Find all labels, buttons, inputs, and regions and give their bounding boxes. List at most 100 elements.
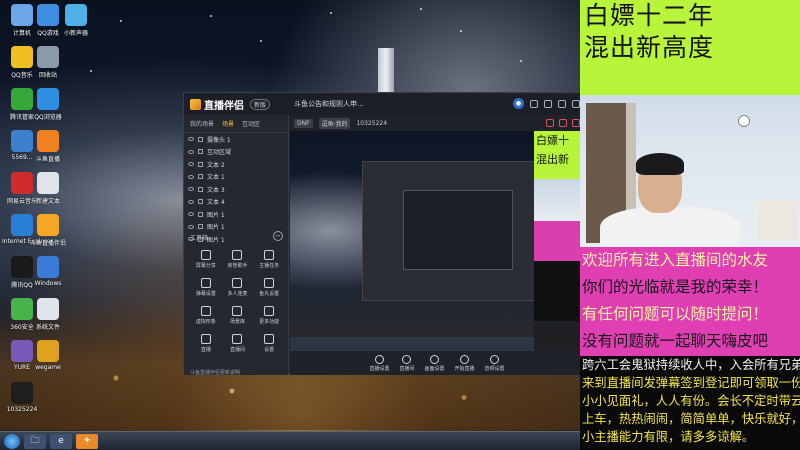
desktop-icon[interactable]: 新建文本 [28, 172, 68, 205]
desktop-icon[interactable]: wegame [28, 340, 68, 371]
toolbox-item[interactable]: 设置 [253, 334, 285, 353]
visibility-icon[interactable] [188, 174, 194, 179]
douyu-icon [37, 130, 59, 152]
lock-icon[interactable] [198, 161, 203, 167]
control-button[interactable]: 直播间 [399, 354, 414, 372]
toolbox-label: 房管助手 [227, 263, 248, 269]
guild-line-4: 上车，热热闹闹，简简单单，快乐就好， [582, 412, 800, 426]
desktop-icon[interactable]: QQ浏览器 [28, 88, 68, 121]
nested-preview [403, 190, 513, 270]
explorer-taskbar-icon[interactable]: 🗀 [24, 433, 46, 449]
audio-icon [490, 354, 500, 364]
background-box [758, 200, 798, 240]
lock-icon[interactable] [198, 186, 203, 192]
desktop-icon[interactable]: 小新声器 [56, 4, 96, 37]
scene-item[interactable]: 互动区域 [184, 146, 288, 159]
room-icon [402, 354, 412, 364]
control-button[interactable]: 画面设置 [424, 354, 445, 372]
tab-interaction[interactable]: 互动区 [242, 119, 260, 128]
lock-icon[interactable] [198, 211, 203, 217]
update-note[interactable]: 斗鱼直播伴侣更新说明 [190, 369, 240, 376]
toolbox-item[interactable]: 鱼丸设置 [253, 278, 285, 297]
tab-my-scenes[interactable]: 我的场景 [190, 119, 214, 128]
star-decoration [460, 30, 462, 32]
minimize-icon[interactable] [572, 99, 580, 108]
desktop-icon[interactable]: 10325224 [2, 382, 42, 413]
toolbox-item[interactable]: 直播间 [222, 334, 254, 353]
notice-text[interactable]: 斗鱼公告和规则人申... [294, 99, 364, 109]
desktop-icon[interactable]: Windows [28, 256, 68, 287]
scene-item[interactable]: 文本 3 [184, 183, 288, 196]
toolbox-more-button[interactable]: − [273, 231, 283, 241]
visibility-icon[interactable] [188, 162, 194, 167]
toolbox-item[interactable]: 虚拟形象 [190, 306, 222, 325]
window-controls: ● [513, 98, 580, 109]
scene-item[interactable]: 文本 2 [184, 158, 288, 171]
share-icon[interactable] [559, 119, 567, 127]
lock-icon[interactable] [198, 149, 203, 155]
scene-label: 图片 1 [207, 211, 225, 219]
desktop-icon[interactable]: 斗鱼直播 [28, 130, 68, 163]
gift-icon[interactable] [546, 119, 554, 127]
lock-icon[interactable] [198, 174, 203, 180]
visibility-icon[interactable] [188, 187, 194, 192]
banner-line-2: 混出新高度 [584, 33, 715, 62]
welcome-line-1: 欢迎所有进入直播间的水友 [582, 251, 769, 269]
file-icon [37, 298, 59, 320]
toolbar-pill[interactable]: 逗鱼·我的 [318, 117, 351, 129]
toolbox-item[interactable]: 场景库 [222, 306, 254, 325]
welcome-line-2: 你们的光临就是我的荣幸！ [582, 278, 769, 296]
scene-list: 摄像头 1 互动区域 文本 2 文本 1 文本 3 文本 4 图片 1 图片 1 图片 1 [184, 133, 288, 246]
scene-item[interactable]: 图片 1 [184, 221, 288, 234]
screen-share-icon [200, 250, 211, 260]
visibility-icon[interactable] [188, 224, 194, 229]
scene-tabs: 我的场景 场景 互动区 [184, 115, 288, 133]
lock-icon[interactable] [198, 199, 203, 205]
scene-library-icon [232, 306, 243, 316]
visibility-icon[interactable] [188, 137, 194, 142]
mini-overlay-column: 白嫖十 混出新 [534, 131, 584, 351]
lock-icon[interactable] [198, 224, 203, 230]
toolbox-header: 工具箱 [190, 235, 209, 242]
toolbox-item[interactable]: 更多功能 [253, 306, 285, 325]
star-decoration [260, 40, 262, 42]
toolbox-item[interactable]: 屏幕分享 [190, 250, 222, 269]
ie-taskbar-icon[interactable]: e [50, 433, 72, 449]
guild-line-2: 来到直播间发弹幕签到登记即可领取一份 [582, 376, 800, 390]
tab-scenes[interactable]: 场景 [222, 119, 234, 128]
taskbar: 🗀 e ✦ [0, 431, 580, 450]
welcome-line-4: 没有问题就一起聊天嗨皮吧 [582, 332, 769, 350]
control-button[interactable]: 音频设置 [485, 354, 505, 372]
mini-banner-line: 白嫖十 [536, 134, 569, 147]
toolbar-pill[interactable]: DNF [294, 118, 313, 128]
scene-item[interactable]: 文本 1 [184, 171, 288, 184]
fullscreen-icon[interactable] [572, 119, 580, 127]
toolbox-item[interactable]: 直播 [190, 334, 222, 353]
mini-banner-line: 混出新 [536, 153, 569, 166]
mail-icon[interactable] [530, 99, 538, 108]
scene-item[interactable]: 图片 1 [184, 208, 288, 221]
toolbox-item[interactable]: 主播任务 [253, 250, 285, 269]
version-badge[interactable]: 新版 [250, 98, 271, 110]
lock-icon[interactable] [198, 136, 203, 142]
control-bar: 直播设置 直播间 画面设置 开始直播 音频设置 [290, 351, 584, 375]
desktop-icon[interactable]: 系统文件 [28, 298, 68, 331]
scene-item[interactable]: 文本 4 [184, 196, 288, 209]
desktop-icon[interactable]: 斗鱼直播伴侣 [28, 214, 68, 247]
visibility-icon[interactable] [188, 149, 194, 154]
visibility-icon[interactable] [188, 199, 194, 204]
user-avatar[interactable]: ● [513, 98, 524, 109]
scene-item[interactable]: 摄像头 1 [184, 133, 288, 146]
douyu-assistant-taskbar-icon[interactable]: ✦ [76, 433, 98, 449]
start-button[interactable] [4, 433, 20, 449]
control-button[interactable]: 直播设置 [369, 354, 389, 372]
toolbox-item[interactable]: 多人连麦 [222, 278, 254, 297]
visibility-icon[interactable] [188, 212, 194, 217]
settings-icon[interactable] [544, 99, 552, 108]
mini-webcam [534, 179, 584, 221]
desktop-icon[interactable]: 回收站 [28, 46, 68, 79]
toolbox-item[interactable]: 弹幕设置 [190, 278, 222, 297]
menu-icon[interactable] [558, 99, 566, 108]
toolbox-item[interactable]: 房管助手 [222, 250, 254, 269]
control-button[interactable]: 开始直播 [455, 354, 475, 372]
